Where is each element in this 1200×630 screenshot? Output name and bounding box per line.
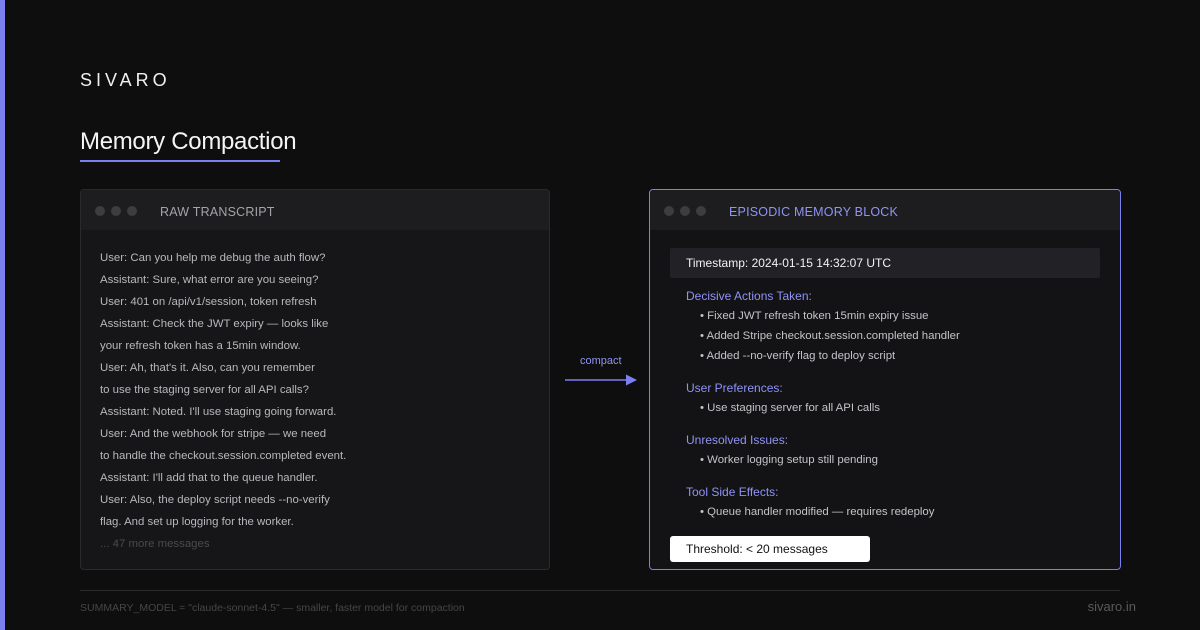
transcript-line: your refresh token has a 15min window. xyxy=(100,340,301,352)
timestamp-bar: Timestamp: 2024-01-15 14:32:07 UTC xyxy=(670,248,1100,278)
section-item: • Fixed JWT refresh token 15min expiry i… xyxy=(700,310,929,322)
section-item: • Added --no-verify flag to deploy scrip… xyxy=(700,350,896,362)
window-dot-icon xyxy=(111,206,121,216)
transcript-line: Assistant: Noted. I'll use staging going… xyxy=(100,406,337,418)
raw-transcript-panel: RAW TRANSCRIPT User: Can you help me deb… xyxy=(80,189,550,570)
section-item: • Worker logging setup still pending xyxy=(700,454,878,466)
window-dots xyxy=(95,206,137,216)
section-heading: Unresolved Issues: xyxy=(686,433,789,447)
window-dots xyxy=(664,206,706,216)
episodic-memory-panel: EPISODIC MEMORY BLOCK Timestamp: 2024-01… xyxy=(649,189,1121,570)
threshold-badge: Threshold: < 20 messages xyxy=(670,536,870,562)
transcript-line: Assistant: Sure, what error are you seei… xyxy=(100,274,319,286)
panel-header: EPISODIC MEMORY BLOCK xyxy=(650,190,1120,230)
transcript-lines: User: Can you help me debug the auth flo… xyxy=(100,247,346,555)
compact-arrow-label: compact xyxy=(580,355,622,367)
transcript-line: User: And the webhook for stripe — we ne… xyxy=(100,428,327,440)
window-dot-icon xyxy=(127,206,137,216)
transcript-line: User: Also, the deploy script needs --no… xyxy=(100,494,330,506)
section-heading: Tool Side Effects: xyxy=(686,485,779,499)
footer-site-link[interactable]: sivaro.in xyxy=(1088,599,1136,614)
transcript-line: to handle the checkout.session.completed… xyxy=(100,450,347,462)
section-item: • Queue handler modified — requires rede… xyxy=(700,506,935,518)
section-heading: Decisive Actions Taken: xyxy=(686,289,812,303)
transcript-line: to use the staging server for all API ca… xyxy=(100,384,309,396)
transcript-line: User: Ah, that's it. Also, can you remem… xyxy=(100,362,315,374)
brand-logo: SIVARO xyxy=(80,70,171,90)
memory-section-unresolved: Unresolved Issues: • Worker logging setu… xyxy=(686,430,878,470)
window-dot-icon xyxy=(664,206,674,216)
section-heading: User Preferences: xyxy=(686,381,783,395)
accent-bar xyxy=(0,0,5,630)
transcript-line: flag. And set up logging for the worker. xyxy=(100,516,294,528)
footer-note: SUMMARY_MODEL = "claude-sonnet-4.5" — sm… xyxy=(80,602,465,614)
window-dot-icon xyxy=(680,206,690,216)
window-dot-icon xyxy=(95,206,105,216)
window-dot-icon xyxy=(696,206,706,216)
page-title: Memory Compaction xyxy=(80,128,297,155)
transcript-line: Assistant: I'll add that to the queue ha… xyxy=(100,472,318,484)
more-messages-note: ... 47 more messages xyxy=(100,538,210,550)
memory-section-side-effects: Tool Side Effects: • Queue handler modif… xyxy=(686,482,934,522)
memory-section-actions: Decisive Actions Taken: • Fixed JWT refr… xyxy=(686,286,960,366)
panel-header: RAW TRANSCRIPT xyxy=(81,190,549,230)
panel-title: EPISODIC MEMORY BLOCK xyxy=(729,205,899,219)
transcript-line: User: Can you help me debug the auth flo… xyxy=(100,252,326,264)
title-underline xyxy=(80,160,280,162)
section-item: • Use staging server for all API calls xyxy=(700,402,880,414)
memory-section-preferences: User Preferences: • Use staging server f… xyxy=(686,378,880,418)
transcript-line: User: 401 on /api/v1/session, token refr… xyxy=(100,296,317,308)
transcript-line: Assistant: Check the JWT expiry — looks … xyxy=(100,318,329,330)
section-item: • Added Stripe checkout.session.complete… xyxy=(700,330,960,342)
panel-title: RAW TRANSCRIPT xyxy=(160,205,275,219)
right-arrow-icon xyxy=(565,374,637,386)
footer-divider xyxy=(80,590,1120,591)
